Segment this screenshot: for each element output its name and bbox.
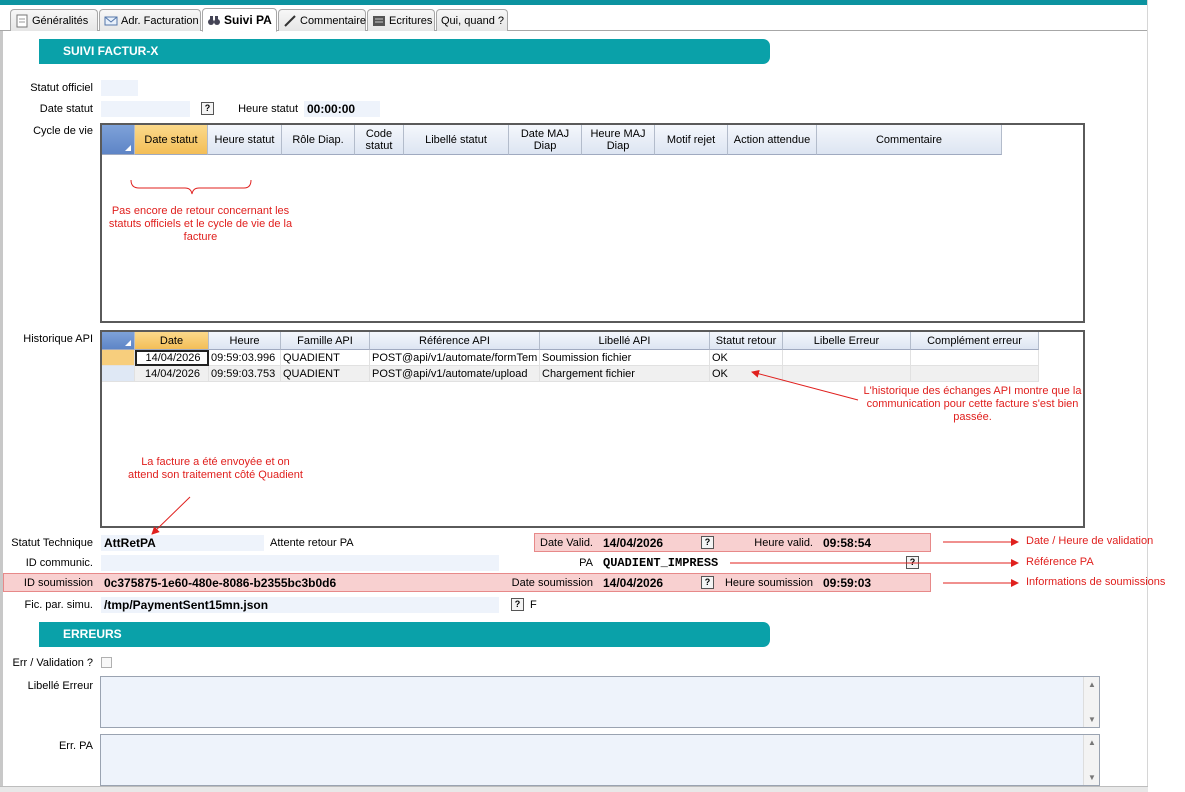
annotation-arrows xyxy=(130,179,1019,587)
